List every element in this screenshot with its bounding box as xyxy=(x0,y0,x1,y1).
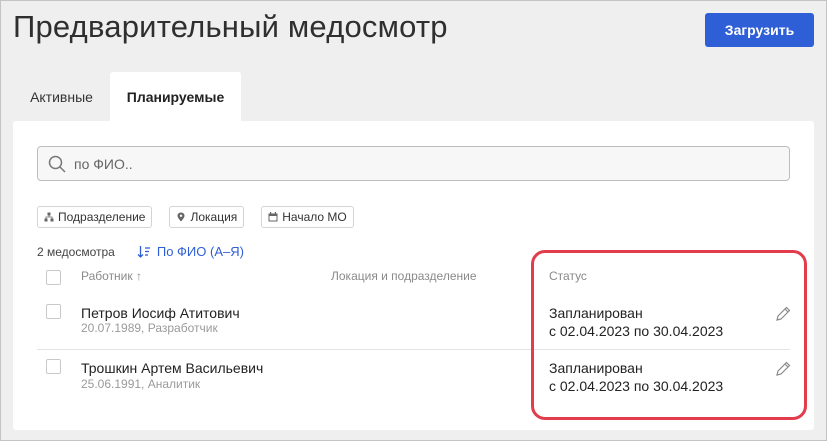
status-period: с 02.04.2023 по 30.04.2023 xyxy=(549,378,724,394)
employee-details: 20.07.1989, Разработчик xyxy=(81,321,218,335)
calendar-icon xyxy=(268,212,278,222)
sort-label: По ФИО (А–Я) xyxy=(156,244,244,259)
status-period: с 02.04.2023 по 30.04.2023 xyxy=(549,323,724,339)
sort-arrow-up-icon: ↑ xyxy=(135,269,142,283)
result-count: 2 медосмотра xyxy=(37,244,115,259)
search-input[interactable] xyxy=(72,154,726,173)
edit-pencil-icon[interactable] xyxy=(774,360,792,378)
row-checkbox[interactable] xyxy=(46,359,61,374)
exam-status: Запланирован с 02.04.2023 по 30.04.2023 xyxy=(549,304,723,340)
upload-button[interactable]: Загрузить xyxy=(705,13,814,47)
filter-location-label: Локация xyxy=(190,210,238,224)
filter-start-date-button[interactable]: Начало МО xyxy=(261,206,354,228)
sort-button[interactable]: По ФИО (А–Я) xyxy=(137,244,244,259)
search-box[interactable] xyxy=(37,146,790,181)
row-divider xyxy=(37,349,790,350)
employee-name[interactable]: Трошкин Артем Васильевич xyxy=(81,360,263,376)
filter-department-button[interactable]: Подразделение xyxy=(37,206,153,228)
employee-details: 25.06.1991, Аналитик xyxy=(81,377,201,391)
filter-department-label: Подразделение xyxy=(58,210,146,224)
filter-location-button[interactable]: Локация xyxy=(169,206,245,228)
employee-name[interactable]: Петров Иосиф Атитович xyxy=(81,305,240,321)
row-checkbox[interactable] xyxy=(46,304,61,319)
column-worker-header[interactable]: Работник ↑ xyxy=(81,269,142,283)
list-toolbar: 2 медосмотра По ФИО (А–Я) xyxy=(37,244,244,259)
exam-list-card: Подразделение Локация Начало МО xyxy=(13,121,814,430)
search-icon xyxy=(48,155,66,173)
column-worker-label: Работник xyxy=(81,269,133,283)
filter-start-date-label: Начало МО xyxy=(282,210,347,224)
tab-bar: Активные Планируемые xyxy=(13,72,241,122)
sort-icon xyxy=(137,245,150,258)
page-title: Предварительный медосмотр xyxy=(13,9,448,44)
app-window: Предварительный медосмотр Загрузить Акти… xyxy=(0,0,827,441)
edit-pencil-icon[interactable] xyxy=(774,305,792,323)
select-all-checkbox[interactable] xyxy=(46,270,61,285)
location-pin-icon xyxy=(177,212,185,222)
tab-planned-exams[interactable]: Планируемые xyxy=(110,72,241,122)
tab-active-exams[interactable]: Активные xyxy=(13,72,110,122)
filter-bar: Подразделение Локация Начало МО xyxy=(37,206,354,228)
column-status-header: Статус xyxy=(549,269,587,283)
hierarchy-icon xyxy=(44,212,54,222)
exam-status: Запланирован с 02.04.2023 по 30.04.2023 xyxy=(549,359,723,395)
column-location-header: Локация и подразделение xyxy=(331,269,477,283)
status-text: Запланирован xyxy=(549,305,643,321)
status-text: Запланирован xyxy=(549,360,643,376)
